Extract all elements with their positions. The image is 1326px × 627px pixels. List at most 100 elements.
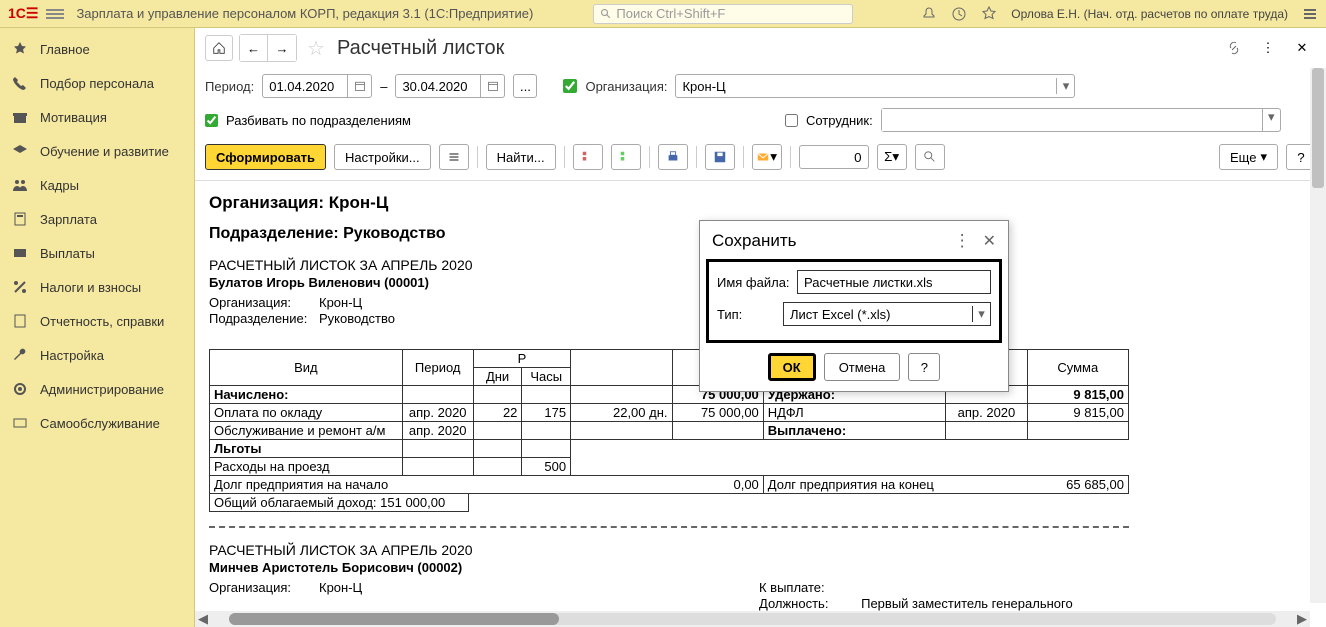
file-label: Имя файла: [717, 275, 797, 290]
td: Долг предприятия на начало [210, 476, 673, 494]
settings-button[interactable]: Настройки... [334, 144, 431, 170]
sidebar-label: Подбор персонала [40, 76, 154, 91]
th: Р [473, 350, 570, 368]
total-income: Общий облагаемый доход: 151 000,00 [209, 494, 469, 512]
num-input[interactable] [799, 145, 869, 169]
more-icon[interactable]: ⋮ [1254, 35, 1282, 61]
close-button[interactable]: ✕ [1288, 35, 1316, 61]
user-label[interactable]: Орлова Е.Н. (Нач. отд. расчетов по оплат… [1011, 7, 1288, 21]
type-field[interactable] [784, 307, 972, 322]
kv-val: Руководство [319, 311, 395, 326]
sidebar-label: Самообслуживание [40, 416, 160, 431]
menu-icon[interactable] [46, 7, 64, 21]
dialog-close-icon[interactable]: ✕ [983, 231, 996, 251]
filters-row-2: Разбивать по подразделениям Сотрудник: ▾ [195, 104, 1326, 140]
settings-dd-button[interactable] [439, 144, 469, 170]
collapse-button[interactable] [611, 144, 641, 170]
back-button[interactable]: ← [240, 35, 268, 61]
star-icon[interactable] [981, 6, 997, 22]
sidebar-item-admin[interactable]: Администрирование [0, 372, 194, 406]
history-icon[interactable] [951, 6, 967, 22]
forward-button[interactable]: → [268, 35, 296, 61]
sidebar-item-payments[interactable]: Выплаты [0, 236, 194, 270]
people-icon [12, 177, 28, 193]
horizontal-scrollbar[interactable]: ◀ ▶ [195, 611, 1310, 627]
org-checkbox[interactable] [563, 79, 577, 93]
sum-button[interactable]: Σ▾ [877, 144, 907, 170]
zoom-button[interactable] [915, 144, 945, 170]
link-icon[interactable] [1220, 35, 1248, 61]
sidebar-item-motivation[interactable]: Мотивация [0, 100, 194, 134]
date-sep: – [380, 79, 387, 94]
scroll-right-icon[interactable]: ▶ [1294, 611, 1310, 627]
file-field[interactable] [798, 275, 990, 290]
search-input[interactable]: Поиск Ctrl+Shift+F [593, 4, 853, 24]
td: 500 [522, 458, 571, 476]
dropdown-icon[interactable]: ▾ [972, 306, 990, 322]
sidebar-item-recruit[interactable]: Подбор персонала [0, 66, 194, 100]
td: апр. 2020 [402, 422, 473, 440]
favorite-icon[interactable]: ☆ [307, 36, 325, 61]
kv-key: Организация: [209, 295, 319, 310]
split-checkbox[interactable] [205, 114, 218, 127]
dropdown-icon[interactable]: ▾ [1262, 109, 1280, 131]
scroll-thumb[interactable] [229, 613, 559, 625]
help-button[interactable]: ? [908, 353, 940, 381]
td: Обслуживание и ремонт а/м [210, 422, 403, 440]
calendar-icon[interactable] [347, 75, 371, 97]
email-button[interactable]: ▾ [752, 144, 782, 170]
sidebar-item-hr[interactable]: Кадры [0, 168, 194, 202]
find-button[interactable]: Найти... [486, 144, 556, 170]
org-field[interactable] [676, 79, 1056, 94]
type-select[interactable]: ▾ [783, 302, 991, 326]
percent-icon [12, 279, 28, 295]
td: Долг предприятия на конец [763, 476, 1027, 494]
date-from-field[interactable] [263, 79, 347, 94]
dialog-menu-icon[interactable]: ⋮ [954, 231, 971, 251]
org-input[interactable]: ▾ [675, 74, 1075, 98]
emp-checkbox[interactable] [785, 114, 798, 127]
scroll-thumb[interactable] [1312, 68, 1324, 188]
vertical-scrollbar[interactable] [1310, 68, 1326, 603]
generate-button[interactable]: Сформировать [205, 144, 326, 170]
home-button[interactable] [205, 35, 233, 61]
search-icon [600, 8, 612, 20]
more-button[interactable]: Еще▾ [1219, 144, 1278, 170]
sidebar-label: Выплаты [40, 246, 95, 261]
emp-input[interactable]: ▾ [881, 108, 1281, 132]
scroll-left-icon[interactable]: ◀ [195, 611, 211, 627]
td: 22,00 дн. [571, 404, 672, 422]
sidebar-item-main[interactable]: Главное [0, 32, 194, 66]
emp-field[interactable] [882, 109, 1262, 131]
date-to-field[interactable] [396, 79, 480, 94]
ok-button[interactable]: ОК [768, 353, 816, 381]
employee-name: Минчев Аристотель Борисович (00002) [209, 560, 1312, 575]
td: 75 000,00 [672, 404, 763, 422]
sidebar-item-taxes[interactable]: Налоги и взносы [0, 270, 194, 304]
th: Часы [522, 368, 571, 386]
date-to-input[interactable] [395, 74, 505, 98]
save-button[interactable] [705, 144, 735, 170]
settings-icon[interactable] [1302, 6, 1318, 22]
sidebar-item-self[interactable]: Самообслуживание [0, 406, 194, 440]
titlebar: 1C☰ Зарплата и управление персоналом КОР… [0, 0, 1326, 28]
date-from-input[interactable] [262, 74, 372, 98]
td: Выплачено: [763, 422, 946, 440]
expand-button[interactable] [573, 144, 603, 170]
bell-icon[interactable] [921, 6, 937, 22]
file-input[interactable] [797, 270, 991, 294]
cancel-button[interactable]: Отмена [824, 353, 901, 381]
print-button[interactable] [658, 144, 688, 170]
sidebar-item-reports[interactable]: Отчетность, справки [0, 304, 194, 338]
page-header: ← → ☆ Расчетный листок ⋮ ✕ [195, 28, 1326, 68]
save-dialog: Сохранить ⋮ ✕ Имя файла: Тип: ▾ [699, 220, 1009, 392]
sidebar-item-education[interactable]: Обучение и развитие [0, 134, 194, 168]
td: НДФЛ [763, 404, 946, 422]
sidebar-item-settings[interactable]: Настройка [0, 338, 194, 372]
calendar-icon[interactable] [480, 75, 504, 97]
nav-group: ← → [239, 34, 297, 62]
wrench-icon [12, 347, 28, 363]
sidebar-item-salary[interactable]: Зарплата [0, 202, 194, 236]
period-picker-button[interactable]: ... [513, 74, 537, 98]
dropdown-icon[interactable]: ▾ [1056, 78, 1074, 94]
